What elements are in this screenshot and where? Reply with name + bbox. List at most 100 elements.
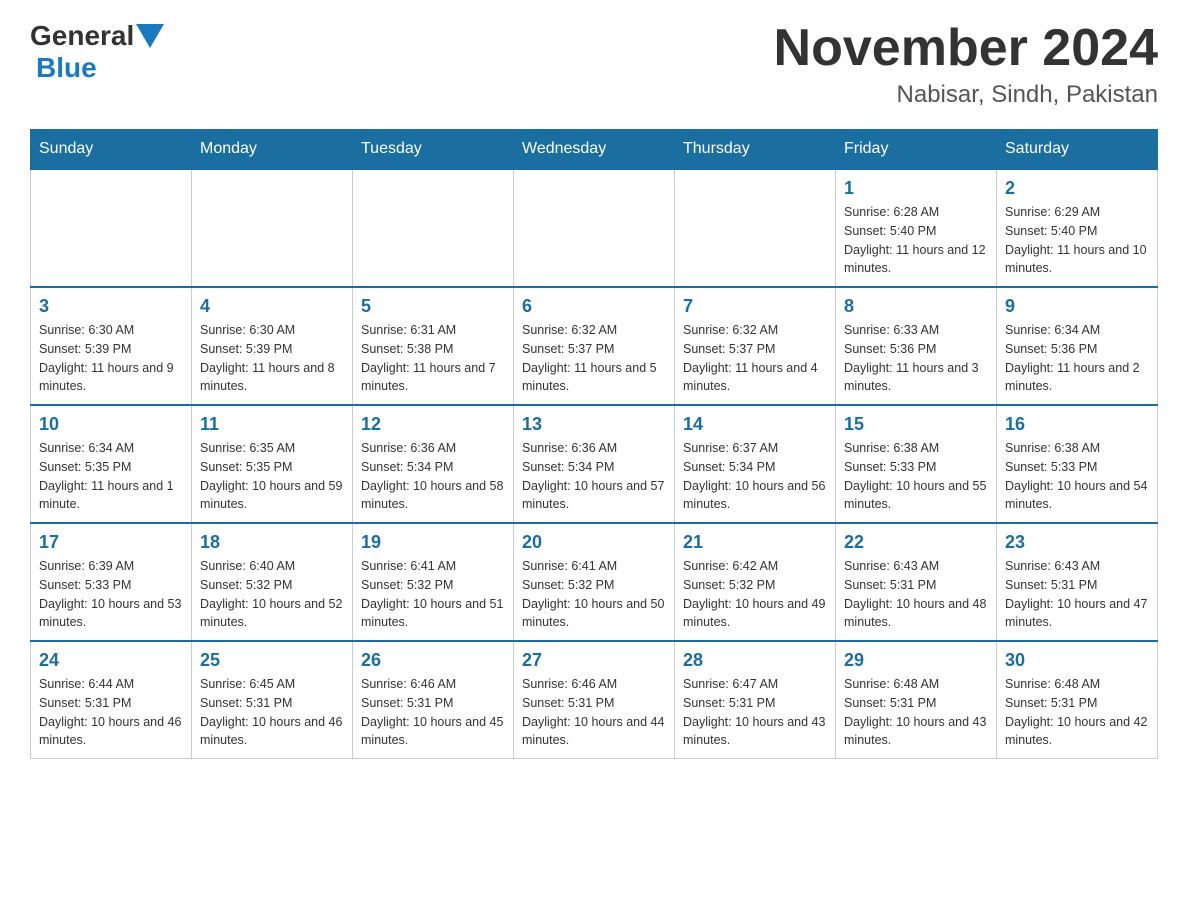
day-number: 20 xyxy=(522,532,666,553)
calendar-title: November 2024 xyxy=(774,20,1158,77)
day-info: Sunrise: 6:37 AMSunset: 5:34 PMDaylight:… xyxy=(683,439,827,514)
week-row-4: 17Sunrise: 6:39 AMSunset: 5:33 PMDayligh… xyxy=(31,523,1158,641)
calendar-table: SundayMondayTuesdayWednesdayThursdayFrid… xyxy=(30,129,1158,759)
calendar-cell: 29Sunrise: 6:48 AMSunset: 5:31 PMDayligh… xyxy=(836,641,997,759)
calendar-cell: 11Sunrise: 6:35 AMSunset: 5:35 PMDayligh… xyxy=(192,405,353,523)
calendar-cell: 16 Sunrise: 6:38 AMSunset: 5:33 PMDayligh… xyxy=(997,405,1158,523)
day-number: 25 xyxy=(200,650,344,671)
weekday-header-tuesday: Tuesday xyxy=(353,130,514,170)
day-info: Sunrise: 6:43 AMSunset: 5:31 PMDaylight:… xyxy=(844,557,988,632)
calendar-cell: 8Sunrise: 6:33 AMSunset: 5:36 PMDaylight… xyxy=(836,287,997,405)
day-info: Sunrise: 6:46 AMSunset: 5:31 PMDaylight:… xyxy=(361,675,505,750)
logo-blue-text: Blue xyxy=(36,52,97,83)
logo: General Blue xyxy=(30,20,164,84)
weekday-header-saturday: Saturday xyxy=(997,130,1158,170)
day-number: 14 xyxy=(683,414,827,435)
calendar-cell xyxy=(31,169,192,287)
calendar-cell: 20 Sunrise: 6:41 AMSunset: 5:32 PMDayligh… xyxy=(514,523,675,641)
calendar-cell: 28Sunrise: 6:47 AMSunset: 5:31 PMDayligh… xyxy=(675,641,836,759)
calendar-cell: 15 Sunrise: 6:38 AMSunset: 5:33 PMDayligh… xyxy=(836,405,997,523)
weekday-header-friday: Friday xyxy=(836,130,997,170)
weekday-header-thursday: Thursday xyxy=(675,130,836,170)
calendar-cell: 17Sunrise: 6:39 AMSunset: 5:33 PMDayligh… xyxy=(31,523,192,641)
calendar-cell: 13 Sunrise: 6:36 AMSunset: 5:34 PMDayligh… xyxy=(514,405,675,523)
day-number: 30 xyxy=(1005,650,1149,671)
calendar-cell: 9 Sunrise: 6:34 AMSunset: 5:36 PMDaylight… xyxy=(997,287,1158,405)
weekday-header-row: SundayMondayTuesdayWednesdayThursdayFrid… xyxy=(31,130,1158,170)
calendar-cell: 4 Sunrise: 6:30 AMSunset: 5:39 PMDaylight… xyxy=(192,287,353,405)
day-info: Sunrise: 6:34 AMSunset: 5:35 PMDaylight:… xyxy=(39,439,183,514)
calendar-cell xyxy=(353,169,514,287)
calendar-cell: 3 Sunrise: 6:30 AMSunset: 5:39 PMDaylight… xyxy=(31,287,192,405)
calendar-cell: 23 Sunrise: 6:43 AMSunset: 5:31 PMDayligh… xyxy=(997,523,1158,641)
day-number: 26 xyxy=(361,650,505,671)
day-number: 6 xyxy=(522,296,666,317)
calendar-cell: 7 Sunrise: 6:32 AMSunset: 5:37 PMDaylight… xyxy=(675,287,836,405)
week-row-5: 24Sunrise: 6:44 AMSunset: 5:31 PMDayligh… xyxy=(31,641,1158,759)
day-number: 24 xyxy=(39,650,183,671)
day-number: 9 xyxy=(1005,296,1149,317)
day-info: Sunrise: 6:30 AMSunset: 5:39 PMDaylight:… xyxy=(39,321,183,396)
weekday-header-wednesday: Wednesday xyxy=(514,130,675,170)
calendar-cell: 19 Sunrise: 6:41 AMSunset: 5:32 PMDayligh… xyxy=(353,523,514,641)
day-info: Sunrise: 6:46 AMSunset: 5:31 PMDaylight:… xyxy=(522,675,666,750)
calendar-cell: 1 Sunrise: 6:28 AMSunset: 5:40 PMDaylight… xyxy=(836,169,997,287)
day-info: Sunrise: 6:41 AMSunset: 5:32 PMDaylight:… xyxy=(361,557,505,632)
weekday-header-monday: Monday xyxy=(192,130,353,170)
calendar-cell: 2Sunrise: 6:29 AMSunset: 5:40 PMDaylight… xyxy=(997,169,1158,287)
day-number: 23 xyxy=(1005,532,1149,553)
day-info: Sunrise: 6:48 AMSunset: 5:31 PMDaylight:… xyxy=(1005,675,1149,750)
day-number: 17 xyxy=(39,532,183,553)
day-number: 21 xyxy=(683,532,827,553)
day-info: Sunrise: 6:30 AMSunset: 5:39 PMDaylight:… xyxy=(200,321,344,396)
calendar-cell: 25 Sunrise: 6:45 AMSunset: 5:31 PMDayligh… xyxy=(192,641,353,759)
day-info: Sunrise: 6:48 AMSunset: 5:31 PMDaylight:… xyxy=(844,675,988,750)
day-number: 13 xyxy=(522,414,666,435)
day-info: Sunrise: 6:38 AMSunset: 5:33 PMDaylight:… xyxy=(844,439,988,514)
calendar-cell xyxy=(192,169,353,287)
day-number: 12 xyxy=(361,414,505,435)
day-info: Sunrise: 6:31 AMSunset: 5:38 PMDaylight:… xyxy=(361,321,505,396)
day-number: 22 xyxy=(844,532,988,553)
day-info: Sunrise: 6:35 AMSunset: 5:35 PMDaylight:… xyxy=(200,439,344,514)
calendar-cell: 6Sunrise: 6:32 AMSunset: 5:37 PMDaylight… xyxy=(514,287,675,405)
week-row-1: 1 Sunrise: 6:28 AMSunset: 5:40 PMDaylight… xyxy=(31,169,1158,287)
day-info: Sunrise: 6:38 AMSunset: 5:33 PMDaylight:… xyxy=(1005,439,1149,514)
day-number: 19 xyxy=(361,532,505,553)
day-info: Sunrise: 6:41 AMSunset: 5:32 PMDaylight:… xyxy=(522,557,666,632)
day-info: Sunrise: 6:47 AMSunset: 5:31 PMDaylight:… xyxy=(683,675,827,750)
day-number: 3 xyxy=(39,296,183,317)
calendar-cell: 22 Sunrise: 6:43 AMSunset: 5:31 PMDayligh… xyxy=(836,523,997,641)
calendar-cell: 26 Sunrise: 6:46 AMSunset: 5:31 PMDayligh… xyxy=(353,641,514,759)
day-number: 27 xyxy=(522,650,666,671)
day-info: Sunrise: 6:32 AMSunset: 5:37 PMDaylight:… xyxy=(683,321,827,396)
day-info: Sunrise: 6:45 AMSunset: 5:31 PMDaylight:… xyxy=(200,675,344,750)
day-number: 2 xyxy=(1005,178,1149,199)
day-number: 16 xyxy=(1005,414,1149,435)
day-info: Sunrise: 6:43 AMSunset: 5:31 PMDaylight:… xyxy=(1005,557,1149,632)
logo-general-text: General xyxy=(30,20,134,52)
calendar-cell: 24Sunrise: 6:44 AMSunset: 5:31 PMDayligh… xyxy=(31,641,192,759)
calendar-cell: 30 Sunrise: 6:48 AMSunset: 5:31 PMDayligh… xyxy=(997,641,1158,759)
day-number: 8 xyxy=(844,296,988,317)
calendar-cell: 21 Sunrise: 6:42 AMSunset: 5:32 PMDayligh… xyxy=(675,523,836,641)
page-header: General Blue November 2024 Nabisar, Sind… xyxy=(30,20,1158,109)
day-number: 1 xyxy=(844,178,988,199)
day-number: 15 xyxy=(844,414,988,435)
day-number: 10 xyxy=(39,414,183,435)
title-block: November 2024 Nabisar, Sindh, Pakistan xyxy=(774,20,1158,109)
weekday-header-sunday: Sunday xyxy=(31,130,192,170)
calendar-cell xyxy=(675,169,836,287)
day-number: 7 xyxy=(683,296,827,317)
day-info: Sunrise: 6:36 AMSunset: 5:34 PMDaylight:… xyxy=(522,439,666,514)
calendar-subtitle: Nabisar, Sindh, Pakistan xyxy=(774,81,1158,109)
day-info: Sunrise: 6:40 AMSunset: 5:32 PMDaylight:… xyxy=(200,557,344,632)
day-info: Sunrise: 6:42 AMSunset: 5:32 PMDaylight:… xyxy=(683,557,827,632)
day-info: Sunrise: 6:28 AMSunset: 5:40 PMDaylight:… xyxy=(844,203,988,278)
day-info: Sunrise: 6:34 AMSunset: 5:36 PMDaylight:… xyxy=(1005,321,1149,396)
day-number: 4 xyxy=(200,296,344,317)
calendar-cell: 10 Sunrise: 6:34 AMSunset: 5:35 PMDayligh… xyxy=(31,405,192,523)
calendar-cell: 14 Sunrise: 6:37 AMSunset: 5:34 PMDayligh… xyxy=(675,405,836,523)
logo-triangle-icon xyxy=(136,24,164,48)
week-row-2: 3 Sunrise: 6:30 AMSunset: 5:39 PMDaylight… xyxy=(31,287,1158,405)
